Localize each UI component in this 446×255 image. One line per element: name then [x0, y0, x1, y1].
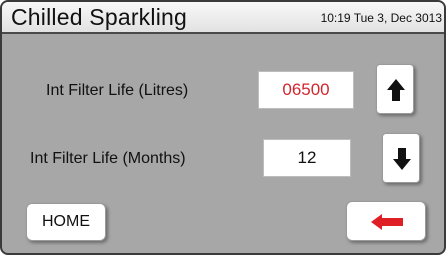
filter-life-litres-value[interactable]: 06500 [258, 71, 354, 109]
filter-life-litres-label: Int Filter Life (Litres) [46, 82, 189, 99]
arrow-down-icon [393, 148, 411, 170]
back-arrow-icon [371, 214, 403, 230]
touch-screen: Chilled Sparkling 10:19 Tue 3, Dec 3013 … [0, 0, 446, 255]
title-bar: Chilled Sparkling 10:19 Tue 3, Dec 3013 [2, 2, 444, 34]
decrease-button[interactable] [382, 133, 420, 183]
date-time: 10:19 Tue 3, Dec 3013 [320, 11, 442, 25]
back-button[interactable] [346, 201, 426, 241]
increase-button[interactable] [376, 64, 414, 114]
screen-title: Chilled Sparkling [11, 4, 187, 30]
home-button[interactable]: HOME [26, 203, 106, 241]
filter-life-months-label: Int Filter Life (Months) [30, 150, 186, 167]
filter-life-months-value[interactable]: 12 [263, 139, 351, 177]
arrow-up-icon [387, 79, 405, 101]
